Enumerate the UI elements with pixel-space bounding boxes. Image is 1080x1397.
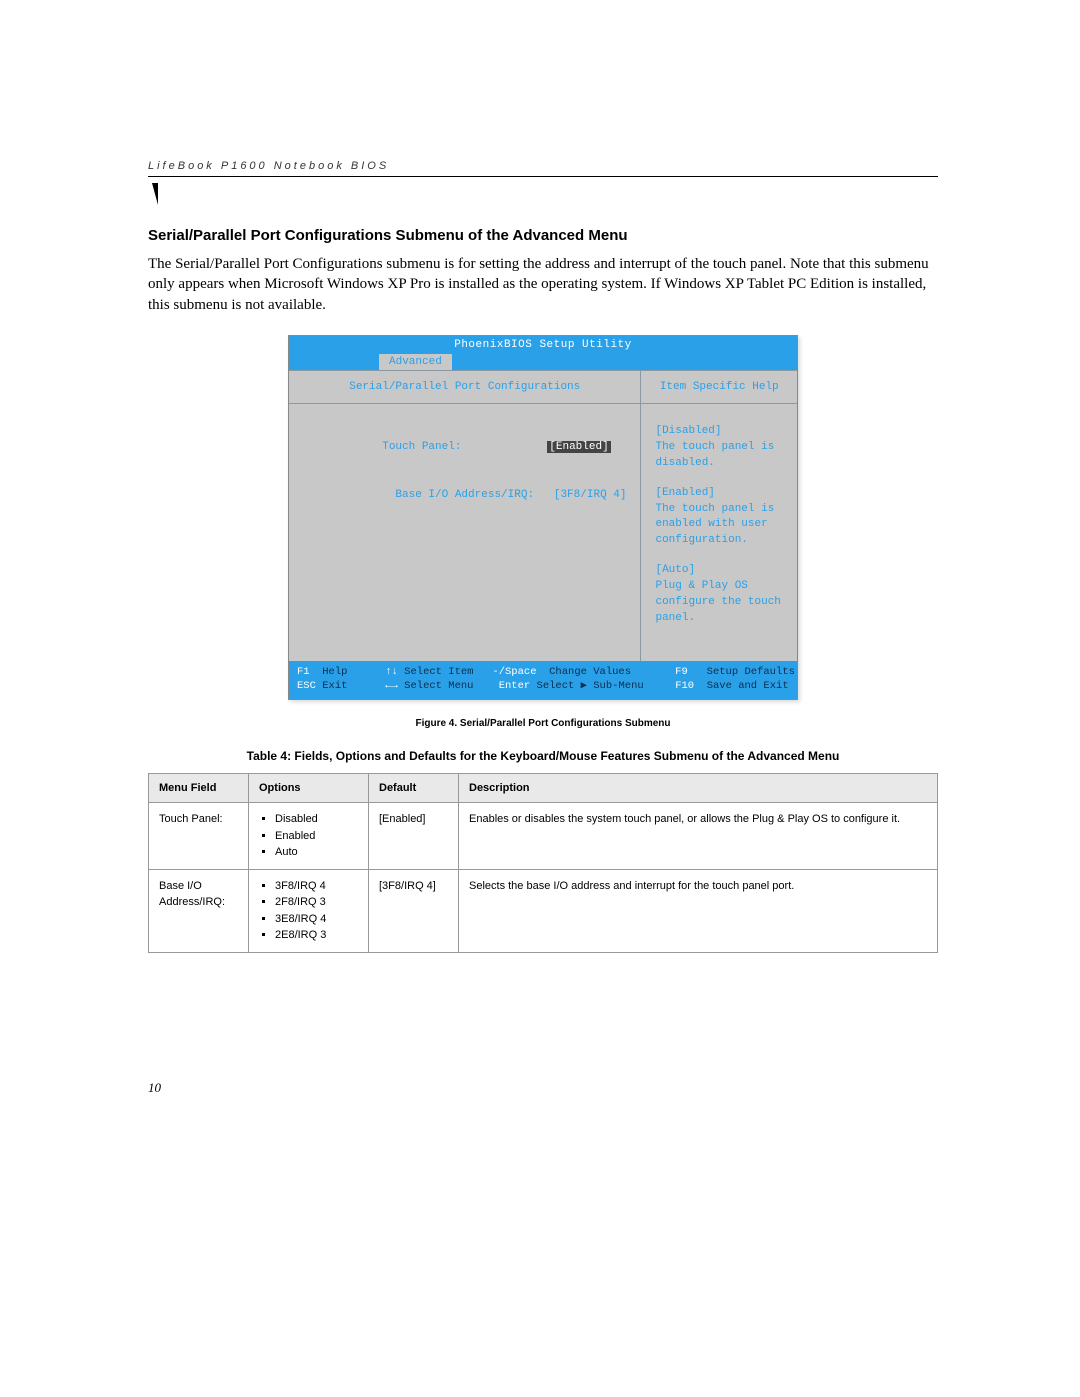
bios-label-exit: Exit <box>322 679 347 693</box>
bios-help-enabled-head: [Enabled] <box>655 486 783 502</box>
option-item: Disabled <box>275 811 358 828</box>
table-row: Touch Panel: Disabled Enabled Auto [Enab… <box>149 803 938 870</box>
bios-field-touch-panel-label: Touch Panel: <box>382 441 461 453</box>
bios-footer: F1 Help ↑↓ Select Item -/Space Change Va… <box>289 661 797 699</box>
cell-menu: Base I/O Address/IRQ: <box>149 869 249 952</box>
bios-label-save-exit: Save and Exit <box>707 679 789 693</box>
option-item: Enabled <box>275 828 358 845</box>
option-item: 3F8/IRQ 4 <box>275 878 358 895</box>
bios-help-title: Item Specific Help <box>641 371 797 404</box>
bios-key-leftright: ←→ <box>385 679 398 693</box>
section-body-text: The Serial/Parallel Port Configurations … <box>148 254 938 315</box>
cell-options: 3F8/IRQ 4 2F8/IRQ 3 3E8/IRQ 4 2E8/IRQ 3 <box>249 869 369 952</box>
bios-key-esc: ESC <box>297 679 316 693</box>
table-title: Table 4: Fields, Options and Defaults fo… <box>148 749 938 763</box>
cell-default: [3F8/IRQ 4] <box>369 869 459 952</box>
bios-help-auto-head: [Auto] <box>655 563 783 579</box>
option-item: Auto <box>275 844 358 861</box>
bios-screenshot: PhoenixBIOS Setup Utility Advanced Seria… <box>288 335 798 701</box>
bios-help-disabled-head: [Disabled] <box>655 424 783 440</box>
bios-field-touch-panel-value: [Enabled] <box>547 441 610 453</box>
table-header-menu-field: Menu Field <box>149 774 249 803</box>
bios-field-baseio-value: [3F8/IRQ 4] <box>554 489 627 501</box>
bios-tab-advanced: Advanced <box>379 354 452 370</box>
bios-key-space: -/Space <box>492 665 536 679</box>
bios-label-help: Help <box>322 665 347 679</box>
bios-label-select-menu: Select Menu <box>404 679 473 693</box>
table-header-options: Options <box>249 774 369 803</box>
bios-left-panel-title: Serial/Parallel Port Configurations <box>289 371 640 404</box>
option-item: 2F8/IRQ 3 <box>275 894 358 911</box>
bios-tab-bar: Advanced <box>289 354 797 370</box>
bios-key-f9: F9 <box>675 665 688 679</box>
page-number: 10 <box>148 1080 161 1096</box>
cell-options: Disabled Enabled Auto <box>249 803 369 870</box>
options-table: Menu Field Options Default Description T… <box>148 773 938 953</box>
bios-key-f10: F10 <box>675 679 694 693</box>
cell-default: [Enabled] <box>369 803 459 870</box>
header-arrow-icon <box>152 183 158 205</box>
bios-help-enabled-body: The touch panel is enabled with user con… <box>655 502 783 550</box>
option-item: 3E8/IRQ 4 <box>275 911 358 928</box>
cell-description: Selects the base I/O address and interru… <box>459 869 938 952</box>
table-header-default: Default <box>369 774 459 803</box>
bios-field-baseio-label: Base I/O Address/IRQ: <box>395 489 534 501</box>
section-heading: Serial/Parallel Port Configurations Subm… <box>148 227 938 244</box>
bios-key-f1: F1 <box>297 665 310 679</box>
bios-label-select-submenu: Select ▶ Sub-Menu <box>537 679 644 693</box>
bios-help-auto-body: Plug & Play OS configure the touch panel… <box>655 579 783 627</box>
bios-label-change-values: Change Values <box>549 665 631 679</box>
bios-help-disabled-body: The touch panel is disabled. <box>655 440 783 472</box>
running-header: LifeBook P1600 Notebook BIOS <box>148 160 938 177</box>
bios-title: PhoenixBIOS Setup Utility <box>289 336 797 354</box>
cell-description: Enables or disables the system touch pan… <box>459 803 938 870</box>
bios-key-updown: ↑↓ <box>385 665 398 679</box>
bios-label-select-item: Select Item <box>404 665 473 679</box>
cell-menu: Touch Panel: <box>149 803 249 870</box>
bios-label-setup-defaults: Setup Defaults <box>707 665 795 679</box>
option-item: 2E8/IRQ 3 <box>275 927 358 944</box>
table-header-description: Description <box>459 774 938 803</box>
figure-caption: Figure 4. Serial/Parallel Port Configura… <box>148 718 938 729</box>
bios-key-enter: Enter <box>499 679 531 693</box>
table-row: Base I/O Address/IRQ: 3F8/IRQ 4 2F8/IRQ … <box>149 869 938 952</box>
